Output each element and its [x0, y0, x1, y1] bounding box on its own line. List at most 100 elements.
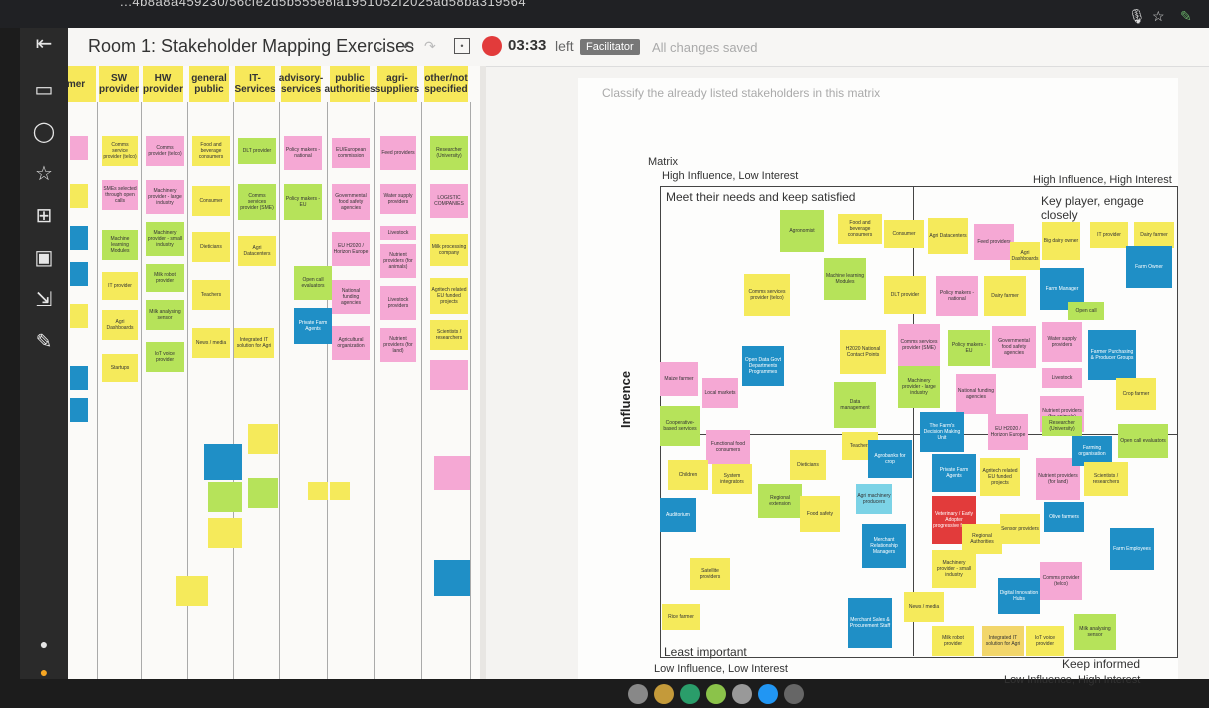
sticky-note[interactable]: Agri Datacenters — [928, 218, 968, 254]
star-icon[interactable]: ☆ — [1152, 8, 1165, 25]
sticky-note[interactable]: Big dairy owner — [1042, 222, 1080, 260]
sticky-note[interactable]: Startups — [102, 354, 138, 382]
sticky-note[interactable] — [70, 136, 88, 160]
columns-board[interactable]: mer SW provider HW provider general publ… — [68, 66, 480, 679]
sticky-note-icon[interactable]: ▭ — [28, 74, 60, 106]
sticky-note[interactable]: SMEs selected through open calls — [102, 180, 138, 210]
sticky-note[interactable]: Machine learning Modules — [102, 230, 138, 260]
avatar[interactable]: ● — [28, 656, 60, 688]
sticky-note[interactable]: Private Farm Agents — [932, 454, 976, 492]
sticky-note[interactable]: Agrobanks for crop — [868, 440, 912, 478]
sticky-note[interactable]: Agritech related EU funded projects — [430, 278, 468, 314]
sticky-note[interactable]: Open call evaluators — [294, 266, 332, 300]
chevron-down-icon[interactable]: ⌄ — [374, 38, 386, 55]
sticky-note[interactable]: DLT provider — [884, 276, 926, 314]
pencil-icon[interactable]: ✎ — [28, 326, 60, 358]
sticky-note[interactable]: Water supply providers — [1042, 322, 1082, 362]
sticky-note[interactable]: Agri Dashboards — [102, 310, 138, 340]
sticky-note[interactable]: IT provider — [1090, 222, 1128, 248]
sticky-note[interactable]: Comms services provider (telco) — [744, 274, 790, 316]
sticky-note[interactable]: Local markets — [702, 378, 738, 408]
sticky-note[interactable] — [204, 444, 242, 480]
sticky-note[interactable]: Comms provider (telco) — [1040, 562, 1082, 600]
sticky-note[interactable] — [70, 184, 88, 208]
sticky-note[interactable]: News / media — [904, 592, 944, 622]
sticky-note[interactable]: Dieticians — [192, 232, 230, 262]
sticky-note[interactable]: Scientists / researchers — [1084, 462, 1128, 496]
sticky-note[interactable]: Agri Dashboards — [1010, 242, 1040, 270]
sticky-note[interactable]: Farm Owner — [1126, 246, 1172, 288]
sticky-note[interactable]: DLT provider — [238, 138, 276, 164]
comment-icon[interactable]: ◯ — [28, 116, 60, 148]
sticky-note[interactable]: EU/European commission — [332, 138, 370, 168]
sticky-note[interactable]: Agronomist — [780, 210, 824, 252]
sticky-note[interactable]: Milk robot provider — [146, 264, 184, 292]
exit-icon[interactable]: ⇤ — [28, 28, 60, 60]
sticky-note[interactable]: Feed providers — [380, 136, 416, 170]
sticky-note[interactable] — [308, 482, 328, 500]
sticky-note[interactable]: Crop farmer — [1116, 378, 1156, 410]
sticky-note[interactable]: National funding agencies — [332, 280, 370, 314]
sticky-note[interactable]: News / media — [192, 328, 230, 358]
microphone-icon[interactable]: 🎙 — [1128, 8, 1146, 25]
redo-icon[interactable]: ↷ — [424, 38, 436, 55]
sticky-note[interactable] — [208, 482, 242, 512]
sticky-note[interactable]: Agritech related EU funded projects — [980, 458, 1020, 496]
sticky-note[interactable]: Cooperative-based services — [660, 406, 700, 446]
sticky-note[interactable]: IoT voice provider — [1026, 626, 1064, 656]
present-icon[interactable]: • — [454, 38, 470, 54]
sticky-note[interactable]: Consumer — [192, 186, 230, 216]
sticky-note[interactable]: Comms services provider (SME) — [238, 184, 276, 220]
avatar[interactable] — [706, 684, 726, 704]
sticky-note[interactable]: Water supply providers — [380, 184, 416, 214]
sticky-note[interactable]: Agricultural organization — [332, 326, 370, 360]
sticky-note[interactable]: Dairy farmer — [984, 276, 1026, 316]
sticky-note[interactable]: Rice farmer — [662, 604, 700, 630]
sticky-note[interactable] — [70, 262, 88, 286]
sticky-note[interactable]: Dieticians — [790, 450, 826, 480]
sticky-note[interactable]: Livestock — [1042, 368, 1082, 388]
sticky-note[interactable]: Integrated IT solution for Agri — [982, 626, 1024, 656]
star-tool-icon[interactable]: ☆ — [28, 158, 60, 190]
sticky-note[interactable]: Milk robot provider — [932, 626, 974, 656]
sticky-note[interactable]: The Farm's Decision Making Unit — [920, 412, 964, 452]
sticky-note[interactable]: Data management — [834, 382, 876, 428]
sticky-note[interactable]: Open Data Govt Departments Programmes — [742, 346, 784, 386]
sticky-note[interactable]: Agri machinery producers — [856, 484, 892, 514]
sticky-note[interactable]: Nutrient providers (for land) — [380, 328, 416, 362]
sticky-note[interactable]: EU H2020 / Horizon Europe — [988, 414, 1028, 450]
sticky-note[interactable]: Feed providers — [974, 224, 1014, 260]
sticky-note[interactable]: Consumer — [884, 220, 924, 248]
sticky-note[interactable]: System integrators — [712, 464, 752, 494]
avatar[interactable] — [758, 684, 778, 704]
sticky-note[interactable]: Machine learning Modules — [824, 258, 866, 300]
import-icon[interactable]: ⇲ — [28, 284, 60, 316]
sticky-note[interactable]: Merchant Sales & Procurement Staff — [848, 598, 892, 648]
sticky-note[interactable]: Regional extension — [758, 484, 802, 518]
sticky-note[interactable]: Teachers — [192, 280, 230, 310]
avatar[interactable] — [654, 684, 674, 704]
avatar[interactable] — [784, 684, 804, 704]
sticky-note[interactable]: Integrated IT solution for Agri — [234, 328, 274, 358]
sticky-note[interactable]: Dairy farmer — [1134, 222, 1174, 248]
sticky-note[interactable]: Open call evaluators — [1118, 424, 1168, 458]
sticky-note[interactable] — [70, 366, 88, 390]
sticky-note[interactable]: Private Farm Agents — [294, 308, 332, 344]
grid-icon[interactable]: ⊞ — [28, 200, 60, 232]
sticky-note[interactable]: Comms service provider (telco) — [102, 136, 138, 166]
sticky-note[interactable]: Policy makers - national — [936, 276, 978, 316]
sticky-note[interactable]: Researcher (University) — [1042, 416, 1082, 436]
timer-icon[interactable] — [482, 36, 502, 56]
sticky-note[interactable] — [248, 478, 278, 508]
sticky-note[interactable]: Researcher (University) — [430, 136, 468, 170]
sticky-note[interactable]: Maize farmer — [660, 362, 698, 396]
sticky-note[interactable]: Children — [668, 460, 708, 490]
sticky-note[interactable]: Food and beverage consumers — [838, 214, 882, 244]
sticky-note[interactable]: H2020 National Contact Points — [840, 330, 886, 374]
matrix-board[interactable]: Classify the already listed stakeholders… — [578, 78, 1178, 686]
sticky-note[interactable]: Sensor providers — [1000, 514, 1040, 544]
sticky-note[interactable]: Auditorium — [660, 498, 696, 532]
browser-url[interactable]: ...4b8a8a459230/56cfe2d5b555e8ia1951052f… — [120, 0, 526, 9]
sticky-note[interactable] — [70, 304, 88, 328]
sticky-note[interactable]: Agri Datacenters — [238, 236, 276, 266]
